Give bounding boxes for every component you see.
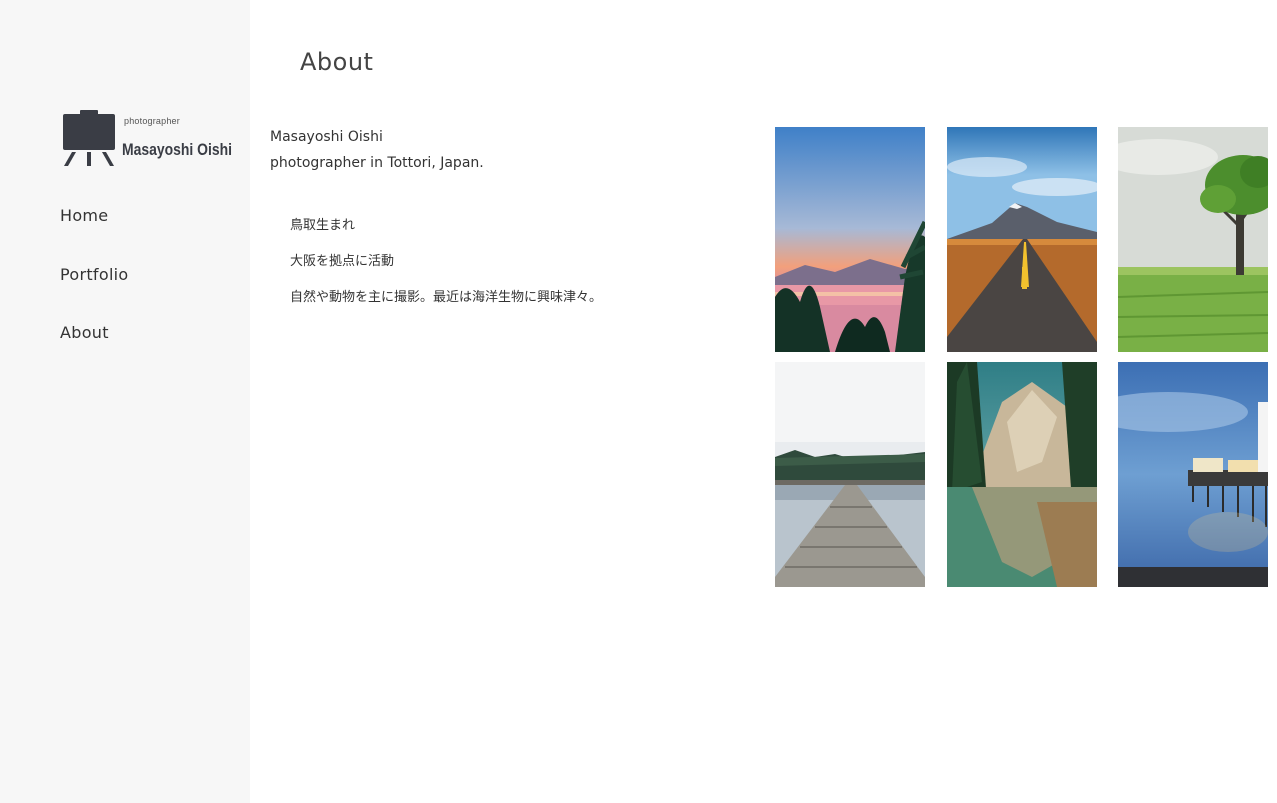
gallery-photo-seaside-pier[interactable] [1118, 362, 1268, 587]
gallery-photo-desert-road[interactable] [947, 127, 1097, 352]
bio-line: 自然や動物を主に撮影。最近は海洋生物に興味津々。 [290, 290, 603, 305]
bio: 鳥取生まれ 大阪を拠点に活動 自然や動物を主に撮影。最近は海洋生物に興味津々。 [290, 216, 602, 324]
logo-tagline: photographer [124, 116, 180, 126]
nav-item-portfolio[interactable]: Portfolio [60, 265, 129, 324]
nav-item-home[interactable]: Home [60, 206, 129, 265]
gallery-photo-mountain-lake[interactable] [947, 362, 1097, 587]
intro: Masayoshi Oishi photographer in Tottori,… [270, 124, 484, 176]
logo-name: Masayoshi Oishi [122, 140, 233, 159]
photographer-name: Masayoshi Oishi [270, 129, 383, 145]
main-nav: Home Portfolio About [60, 206, 129, 382]
gallery-photo-lone-tree[interactable] [1118, 127, 1268, 352]
photographer-tagline: photographer in Tottori, Japan. [270, 155, 484, 171]
bio-line: 大阪を拠点に活動 [290, 254, 395, 269]
easel-camera-icon [63, 110, 115, 166]
site-logo[interactable]: photographer Masayoshi Oishi [62, 108, 232, 170]
bio-line: 鳥取生まれ [290, 218, 356, 233]
gallery-photo-sunset-palms[interactable] [775, 127, 925, 352]
sidebar: photographer Masayoshi Oishi Home Portfo… [0, 0, 250, 803]
gallery-photo-lake-pier[interactable] [775, 362, 925, 587]
nav-item-about[interactable]: About [60, 323, 129, 382]
page-title: About [300, 48, 374, 76]
